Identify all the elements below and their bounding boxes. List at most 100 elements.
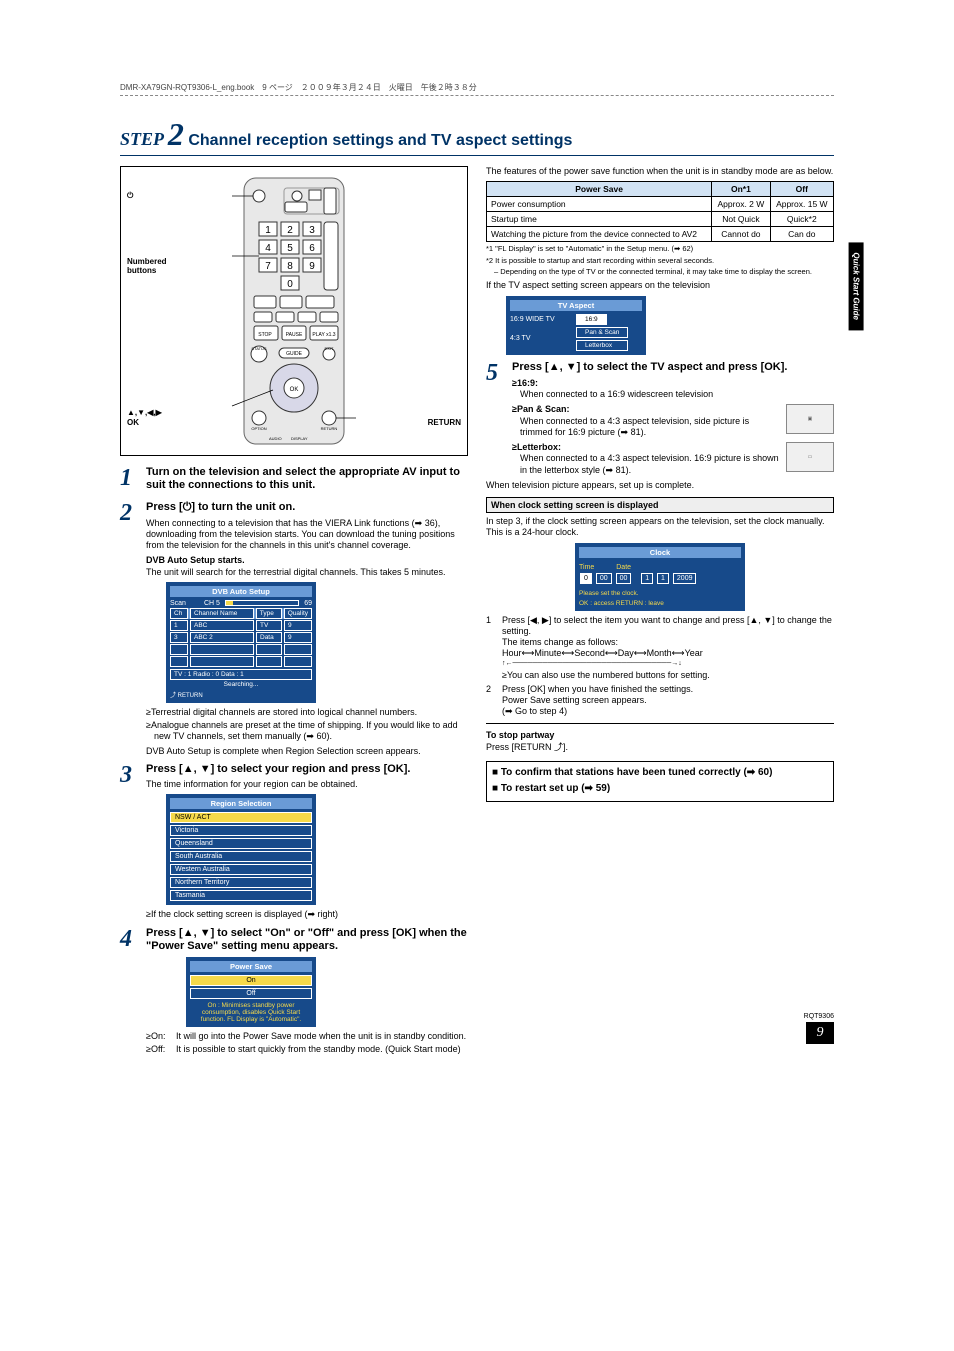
ps-r1-c2: Approx. 2 W bbox=[712, 197, 770, 212]
svg-text:STOP: STOP bbox=[258, 332, 272, 338]
step-number: 2 bbox=[168, 116, 184, 152]
dvb-r1-c3: TV bbox=[256, 620, 282, 631]
step-4-num: 4 bbox=[120, 927, 138, 1054]
step-3: 3 Press [▲, ▼] to select your region and… bbox=[120, 763, 468, 921]
svg-text:AUDIO: AUDIO bbox=[269, 436, 282, 441]
clock-mo: 1 bbox=[657, 573, 669, 584]
dvb-col-type: Type bbox=[256, 608, 282, 619]
remote-svg: 123 456 789 0 STOP PAUSE PLAY x1.3 STATU… bbox=[229, 176, 359, 446]
svg-text:4: 4 bbox=[265, 243, 271, 254]
tv-row1-opt: 16:9 bbox=[576, 314, 607, 325]
ps-r3-c3: Can do bbox=[770, 227, 833, 242]
region-item-2: Queensland bbox=[170, 838, 312, 849]
footer-box: ■ To confirm that stations have been tun… bbox=[486, 761, 834, 802]
svg-text:9: 9 bbox=[309, 261, 315, 272]
step-5-head: Press [▲, ▼] to select the TV aspect and… bbox=[512, 361, 834, 374]
dvb-r2-c3: Data bbox=[256, 632, 282, 643]
svg-text:2: 2 bbox=[287, 225, 293, 236]
dvb-r2-c4: 9 bbox=[284, 632, 312, 643]
region-item-5: Northern Territory bbox=[170, 877, 312, 888]
svg-text:1: 1 bbox=[265, 225, 271, 236]
letterbox-thumb: ▭ bbox=[786, 442, 834, 472]
page-number: 9 bbox=[806, 1022, 834, 1044]
dvb-col-ch: Ch bbox=[170, 608, 188, 619]
svg-text:PAUSE: PAUSE bbox=[286, 332, 303, 338]
ps-r3-c2: Cannot do bbox=[712, 227, 770, 242]
tv-aspect-osd: TV Aspect 16:9 WIDE TV 16:9 4:3 TV Pan &… bbox=[506, 296, 646, 355]
region-item-0: NSW / ACT bbox=[170, 812, 312, 823]
clock-intro2: This is a 24-hour clock. bbox=[486, 527, 834, 538]
power-save-table: Power Save On*1 Off Power consumption Ap… bbox=[486, 181, 834, 242]
svg-text:3: 3 bbox=[309, 225, 315, 236]
doc-code: RQT9306 bbox=[804, 1013, 834, 1020]
clock-hint2: OK : access RETURN : leave bbox=[579, 600, 741, 607]
tv-row2-opt2: Letterbox bbox=[576, 340, 628, 351]
svg-text:OPTION: OPTION bbox=[251, 426, 266, 431]
step-2-p2: The unit will search for the terrestrial… bbox=[146, 567, 468, 578]
svg-text:0: 0 bbox=[287, 279, 293, 290]
svg-text:6: 6 bbox=[309, 243, 315, 254]
clock-step1-num: 1 bbox=[486, 615, 496, 682]
ps-fn1: *1 "FL Display" is set to "Automatic" in… bbox=[486, 244, 834, 253]
step-3-head: Press [▲, ▼] to select your region and p… bbox=[146, 763, 468, 776]
step-word: STEP bbox=[120, 129, 163, 149]
ps-on-desc: It will go into the Power Save mode when… bbox=[176, 1031, 466, 1041]
ok-label: OK bbox=[127, 418, 139, 427]
svg-text:EXIT: EXIT bbox=[325, 346, 334, 351]
step-4: 4 Press [▲, ▼] to select "On" or "Off" a… bbox=[120, 927, 468, 1054]
ps-osd-note: On : Minimises standby power consumption… bbox=[190, 1002, 312, 1023]
clock-step1c: Hour⟷Minute⟷Second⟷Day⟷Month⟷Year bbox=[502, 648, 834, 659]
numbered-buttons-label: Numbered buttons bbox=[127, 257, 177, 275]
step-5: 5 Press [▲, ▼] to select the TV aspect a… bbox=[486, 361, 834, 476]
step-1-head: Turn on the television and select the ap… bbox=[146, 466, 468, 492]
ps-opt-off: Off bbox=[190, 988, 312, 999]
dvb-r2-c1: 3 bbox=[170, 632, 188, 643]
clock-hint: Please set the clock. bbox=[579, 590, 741, 597]
ps-opt-on: On bbox=[190, 975, 312, 986]
step-3-num: 3 bbox=[120, 763, 138, 921]
stop-body: Press [RETURN ⤴]. bbox=[486, 742, 834, 753]
step-5-num: 5 bbox=[486, 361, 504, 476]
svg-text:DISPLAY: DISPLAY bbox=[291, 436, 308, 441]
confirm-line: ■ To confirm that stations have been tun… bbox=[492, 767, 828, 780]
clock-d: 1 bbox=[641, 573, 653, 584]
region-osd-title: Region Selection bbox=[170, 798, 312, 809]
svg-text:8: 8 bbox=[287, 261, 293, 272]
svg-text:5: 5 bbox=[287, 243, 293, 254]
clock-time-label: Time bbox=[579, 564, 594, 571]
remote-diagram: ⏻ Numbered buttons ▲,▼,◀,▶ OK RETURN bbox=[120, 166, 468, 456]
ps-after: If the TV aspect setting screen appears … bbox=[486, 280, 834, 291]
step-2-sub: DVB Auto Setup starts. bbox=[146, 555, 468, 566]
stop-head: To stop partway bbox=[486, 730, 834, 741]
dvb-status: TV : 1 Radio : 0 Data : 1 bbox=[170, 669, 312, 680]
clock-date-label: Date bbox=[616, 564, 631, 571]
s5-o1-label: ≥16:9: bbox=[512, 378, 834, 389]
clock-section-bar: When clock setting screen is displayed bbox=[486, 497, 834, 513]
svg-text:RETURN: RETURN bbox=[321, 426, 338, 431]
dvb-col-qual: Quality bbox=[284, 608, 312, 619]
dvb-scan-label: Scan bbox=[170, 600, 186, 607]
ps-r3-c1: Watching the picture from the device con… bbox=[487, 227, 712, 242]
title-rest: Channel reception settings and TV aspect… bbox=[188, 132, 572, 149]
dvb-auto-setup-osd: DVB Auto Setup Scan CH 5 69 Ch Channel N… bbox=[166, 582, 316, 703]
ps-osd-title: Power Save bbox=[190, 961, 312, 972]
dvb-r1-c4: 9 bbox=[284, 620, 312, 631]
ps-r1-c1: Power consumption bbox=[487, 197, 712, 212]
clock-step2: Press [OK] when you have finished the se… bbox=[502, 684, 834, 695]
svg-text:STATUS: STATUS bbox=[251, 346, 267, 351]
step-2-head: Press [⏻] to turn the unit on. bbox=[146, 501, 468, 514]
return-label: RETURN bbox=[428, 418, 461, 427]
svg-text:7: 7 bbox=[265, 261, 271, 272]
step-1: 1 Turn on the television and select the … bbox=[120, 466, 468, 495]
dvb-ch: CH 5 bbox=[204, 600, 220, 607]
svg-text:OK: OK bbox=[290, 387, 299, 393]
clock-osd-title: Clock bbox=[579, 547, 741, 558]
step-3-p1: The time information for your region can… bbox=[146, 779, 468, 790]
step-2-p3: DVB Auto Setup is complete when Region S… bbox=[146, 746, 468, 757]
clock-step1b: The items change as follows: bbox=[502, 637, 834, 648]
step-2-p1: When connecting to a television that has… bbox=[146, 518, 468, 552]
ps-th-1: On*1 bbox=[712, 182, 770, 197]
dvb-osd-title: DVB Auto Setup bbox=[170, 586, 312, 597]
dvb-r2-c2: ABC 2 bbox=[190, 632, 254, 643]
ps-intro: The features of the power save function … bbox=[486, 166, 834, 177]
